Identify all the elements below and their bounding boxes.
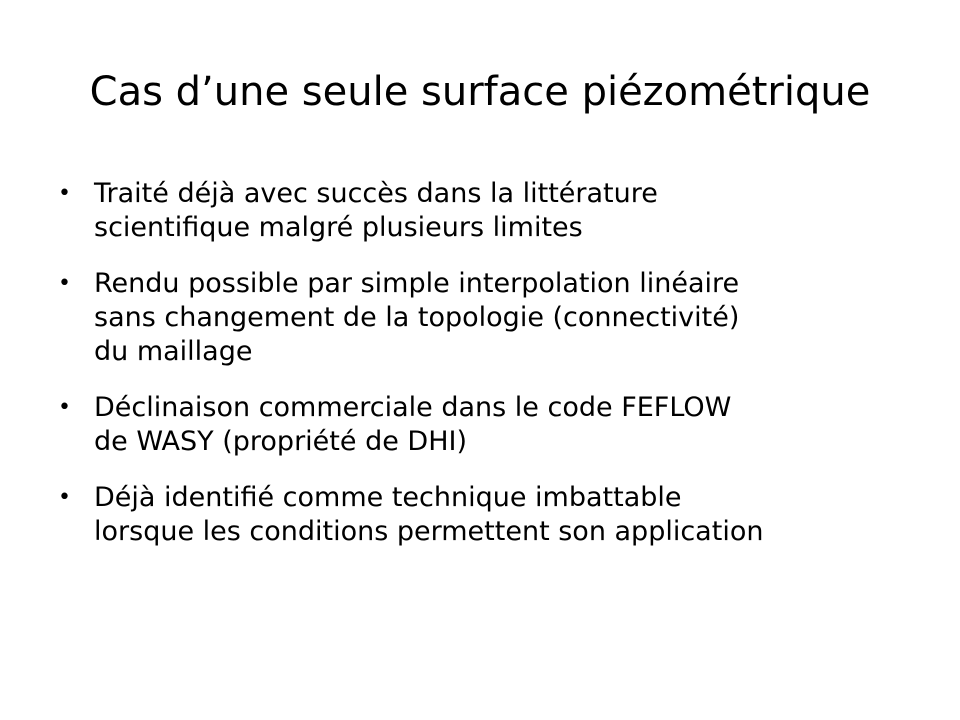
- bullet-text-line: sans changement de la topologie (connect…: [94, 302, 740, 333]
- slide: Cas d’une seule surface piézométrique • …: [0, 0, 960, 720]
- bullet-item: • Rendu possible par simple interpolatio…: [58, 267, 928, 369]
- bullet-text-line: de WASY (propriété de DHI): [94, 426, 467, 457]
- bullet-text-line: Traité déjà avec succès dans la littérat…: [94, 178, 658, 209]
- bullet-item: • Déjà identifié comme technique imbatta…: [58, 481, 928, 549]
- bullet-icon: •: [58, 395, 71, 420]
- bullet-item: • Déclinaison commerciale dans le code F…: [58, 391, 928, 459]
- bullet-text-line: Déjà identifié comme technique imbattabl…: [94, 482, 682, 513]
- slide-title: Cas d’une seule surface piézométrique: [89, 69, 871, 115]
- bullet-icon: •: [58, 271, 71, 296]
- bullet-item: • Traité déjà avec succès dans la littér…: [58, 177, 928, 245]
- bullet-icon: •: [58, 485, 71, 510]
- bullet-text-line: du maillage: [94, 336, 253, 367]
- bullet-list: • Traité déjà avec succès dans la littér…: [58, 177, 928, 571]
- bullet-text-line: lorsque les conditions permettent son ap…: [94, 516, 764, 547]
- bullet-icon: •: [58, 181, 71, 206]
- bullet-text-line: Déclinaison commerciale dans le code FEF…: [94, 392, 732, 423]
- bullet-text-line: scientifique malgré plusieurs limites: [94, 212, 583, 243]
- bullet-text-line: Rendu possible par simple interpolation …: [94, 268, 740, 299]
